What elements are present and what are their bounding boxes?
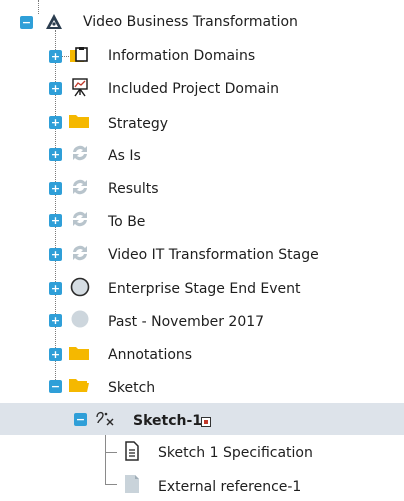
tree-node-included-project-domain[interactable]: + Included Project Domain xyxy=(0,72,404,104)
collapse-toggle[interactable]: − xyxy=(49,380,62,393)
circle-outline-icon xyxy=(69,277,91,297)
expand-toggle[interactable]: + xyxy=(49,148,62,161)
sketch-icon xyxy=(94,408,116,428)
expand-toggle[interactable]: + xyxy=(49,82,62,95)
tree-node-sketch-1-specification[interactable]: Sketch 1 Specification xyxy=(0,436,404,468)
presentation-board-icon xyxy=(70,77,92,97)
tree-node-label[interactable]: Sketch 1 Specification xyxy=(158,444,313,462)
expand-toggle[interactable]: + xyxy=(49,282,62,295)
cycle-arrows-icon xyxy=(69,177,91,197)
tree-node-label[interactable]: Information Domains xyxy=(108,47,255,65)
tree-node-external-reference-1[interactable]: External reference-1 xyxy=(0,469,404,501)
folder-clipboard-icon xyxy=(68,45,90,65)
folder-icon xyxy=(68,343,90,363)
tree-node-enterprise-stage-end-event[interactable]: + Enterprise Stage End Event xyxy=(0,272,404,304)
tree-node-root[interactable]: − Video Business Transformation xyxy=(0,6,404,38)
tree-node-past-november-2017[interactable]: + Past - November 2017 xyxy=(0,304,404,336)
diagram-badge-icon xyxy=(201,417,211,427)
tree-node-annotations[interactable]: + Annotations xyxy=(0,338,404,370)
tree-node-sketch[interactable]: − Sketch xyxy=(0,370,404,402)
tree-node-label[interactable]: To Be xyxy=(108,213,145,231)
tree-node-video-it-transformation-stage[interactable]: + Video IT Transformation Stage xyxy=(0,238,404,270)
expand-toggle[interactable]: + xyxy=(49,182,62,195)
folder-icon xyxy=(68,111,90,131)
tree-node-label[interactable]: Past - November 2017 xyxy=(108,313,264,331)
tree-node-label[interactable]: Results xyxy=(108,180,159,198)
expand-toggle[interactable]: + xyxy=(49,348,62,361)
triangle-people-icon xyxy=(44,12,66,32)
expand-toggle[interactable]: + xyxy=(49,314,62,327)
cycle-arrows-icon xyxy=(69,243,91,263)
tree-node-to-be[interactable]: + To Be xyxy=(0,204,404,236)
cycle-arrows-icon xyxy=(69,209,91,229)
expand-toggle[interactable]: + xyxy=(49,248,62,261)
tree-node-label[interactable]: As Is xyxy=(108,147,141,165)
expand-toggle[interactable]: + xyxy=(49,50,62,63)
tree-node-label[interactable]: Included Project Domain xyxy=(108,80,279,98)
folder-open-icon xyxy=(68,375,90,395)
object-tree: − Video Business Transformation + Inform… xyxy=(0,0,404,495)
expand-toggle[interactable]: + xyxy=(49,116,62,129)
tree-node-label[interactable]: Strategy xyxy=(108,115,168,133)
document-icon xyxy=(121,441,143,461)
tree-node-label[interactable]: Video Business Transformation xyxy=(83,13,298,31)
cycle-arrows-icon xyxy=(69,143,91,163)
tree-node-information-domains[interactable]: + Information Domains xyxy=(0,40,404,72)
collapse-toggle[interactable]: − xyxy=(20,16,33,29)
tree-node-label[interactable]: Video IT Transformation Stage xyxy=(108,246,319,264)
document-folded-icon xyxy=(121,474,143,494)
tree-node-as-is[interactable]: + As Is xyxy=(0,138,404,170)
circle-filled-icon xyxy=(69,309,91,329)
collapse-toggle[interactable]: − xyxy=(74,413,87,426)
tree-node-label[interactable]: Enterprise Stage End Event xyxy=(108,280,301,298)
tree-node-label[interactable]: Sketch-1 xyxy=(133,412,202,430)
tree-node-sketch-1[interactable]: − Sketch-1 xyxy=(0,403,404,435)
tree-node-label[interactable]: Annotations xyxy=(108,346,192,364)
tree-node-label[interactable]: Sketch xyxy=(108,379,155,397)
tree-node-strategy[interactable]: + Strategy xyxy=(0,106,404,138)
tree-node-results[interactable]: + Results xyxy=(0,172,404,204)
expand-toggle[interactable]: + xyxy=(49,214,62,227)
tree-node-label[interactable]: External reference-1 xyxy=(158,478,301,496)
